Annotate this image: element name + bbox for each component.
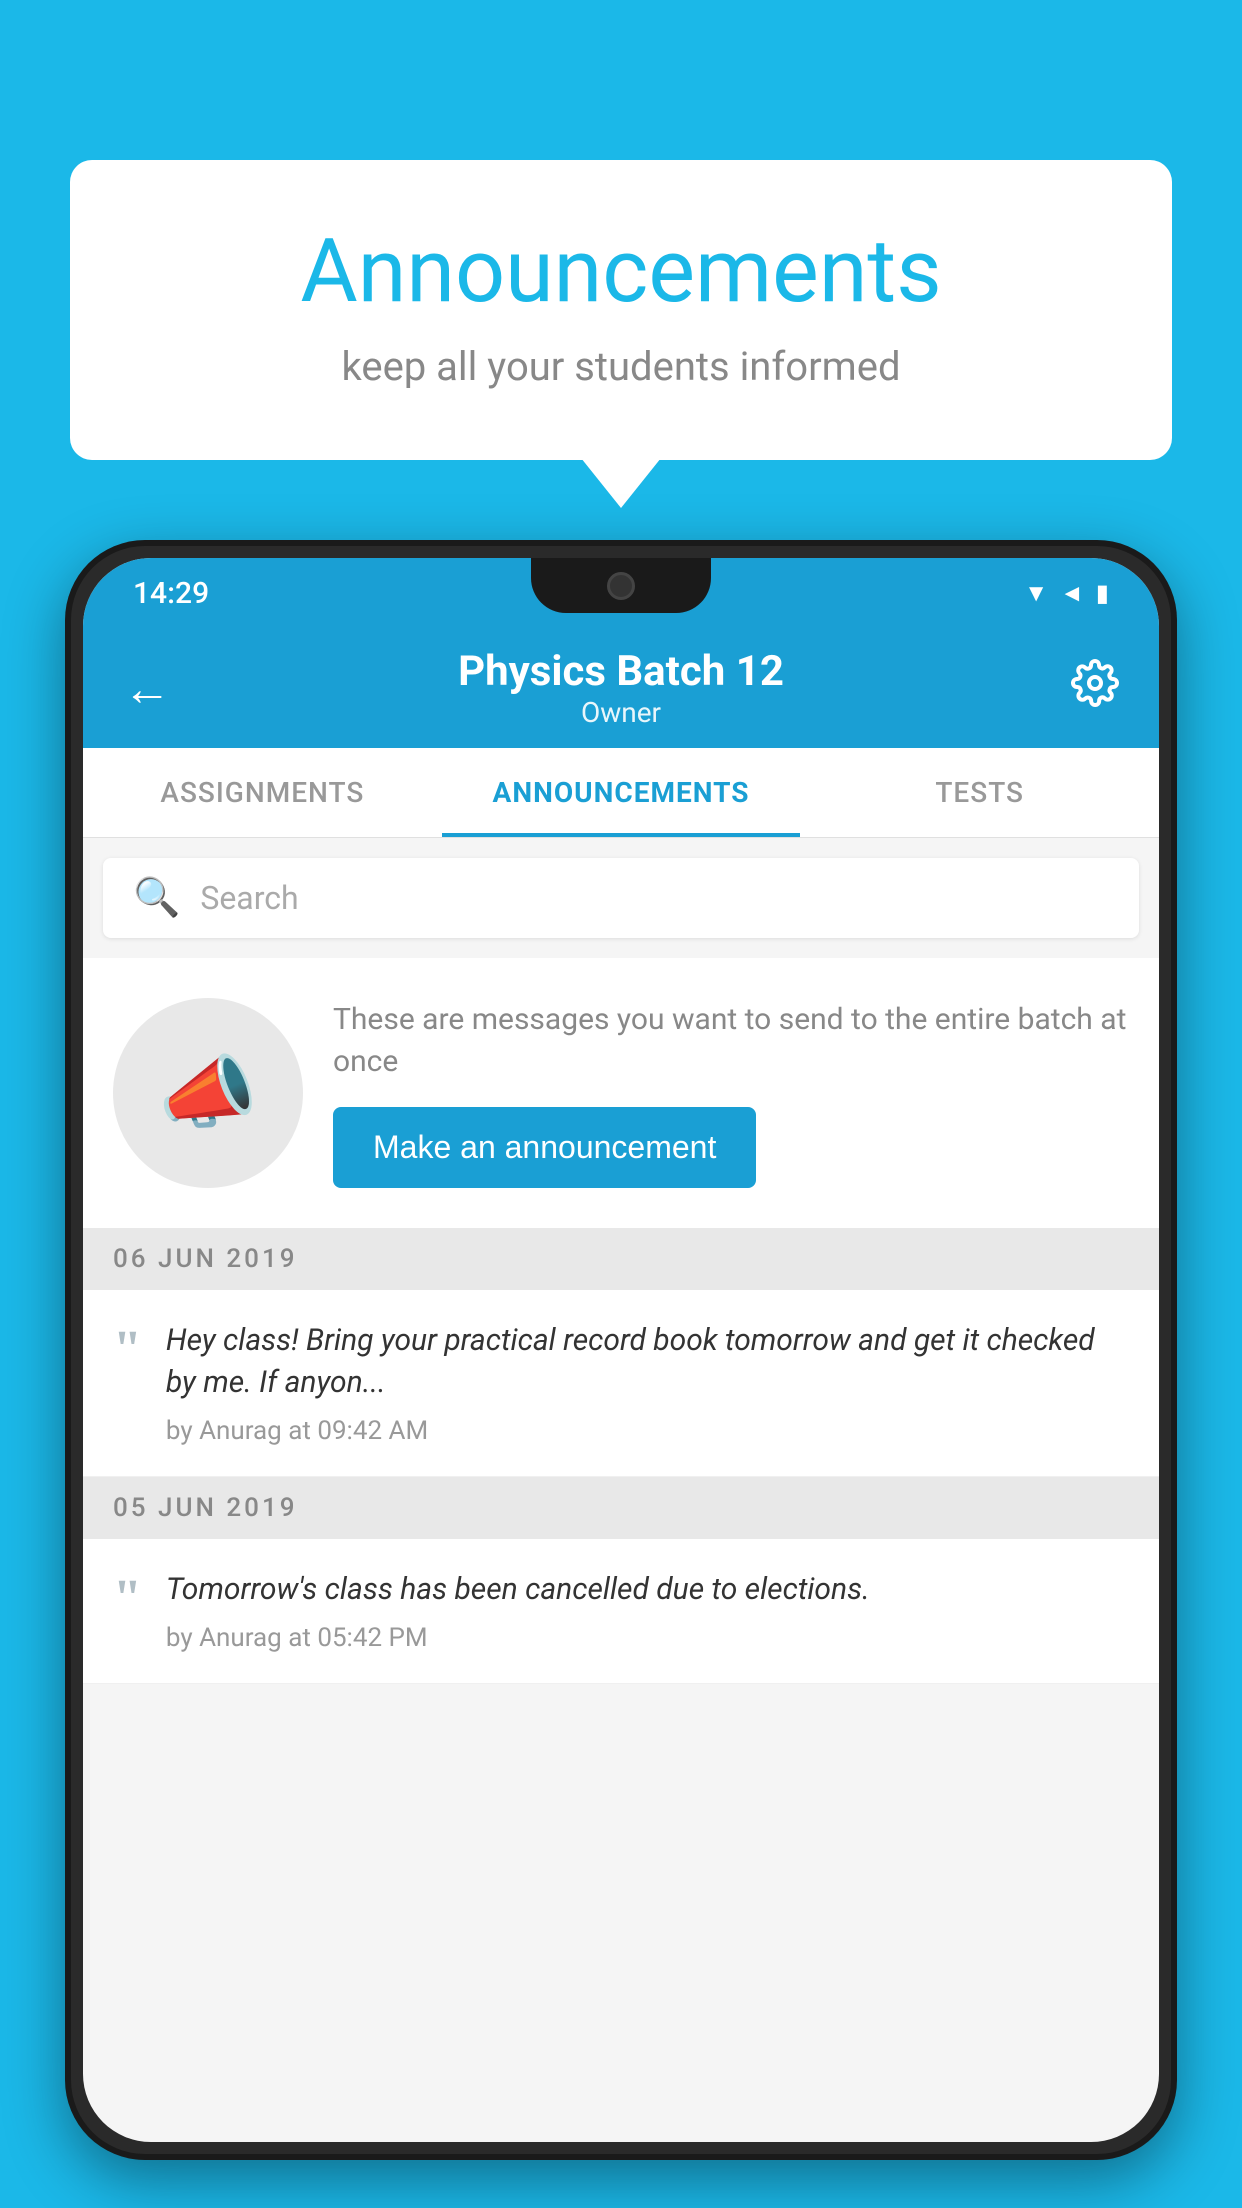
tab-assignments[interactable]: ASSIGNMENTS [83,748,442,837]
phone-screen: 14:29 ▼ ◄ ▮ ← Physics Batch 12 Owner [83,558,1159,2142]
quote-icon-2: " [113,1573,142,1625]
cta-icon-circle: 📣 [113,998,303,1188]
search-bar[interactable]: 🔍 Search [103,858,1139,938]
back-button[interactable]: ← [123,660,171,717]
phone-frame: 14:29 ▼ ◄ ▮ ← Physics Batch 12 Owner [65,540,1177,2160]
settings-button[interactable] [1071,659,1119,718]
app-bar-subtitle: Owner [458,696,784,729]
tab-tests[interactable]: TESTS [800,748,1159,837]
announcement-meta-2: by Anurag at 05:42 PM [166,1623,1129,1653]
gear-icon [1071,659,1119,707]
notch [531,558,711,613]
app-bar-title-section: Physics Batch 12 Owner [458,647,784,729]
announcement-cta-card: 📣 These are messages you want to send to… [83,958,1159,1228]
cta-right: These are messages you want to send to t… [333,999,1129,1188]
quote-icon-1: " [113,1324,142,1376]
date-divider-1: 06 JUN 2019 [83,1228,1159,1290]
search-placeholder: Search [200,879,298,917]
app-bar: ← Physics Batch 12 Owner [83,628,1159,748]
content-area: 🔍 Search 📣 These are messages you want t… [83,838,1159,1684]
date-divider-2: 05 JUN 2019 [83,1477,1159,1539]
megaphone-icon: 📣 [158,1046,258,1140]
camera [607,572,635,600]
announcement-meta-1: by Anurag at 09:42 AM [166,1416,1129,1446]
tab-bar: ASSIGNMENTS ANNOUNCEMENTS TESTS [83,748,1159,838]
announcement-content-2: Tomorrow's class has been cancelled due … [166,1569,1129,1653]
announcement-text-2: Tomorrow's class has been cancelled due … [166,1569,1129,1611]
status-time: 14:29 [133,576,209,611]
status-icons: ▼ ◄ ▮ [1024,579,1109,608]
phone-inner: 14:29 ▼ ◄ ▮ ← Physics Batch 12 Owner [71,546,1171,2154]
announcement-content-1: Hey class! Bring your practical record b… [166,1320,1129,1446]
battery-icon: ▮ [1096,579,1109,607]
signal-icon: ◄ [1060,579,1084,608]
status-bar: 14:29 ▼ ◄ ▮ [83,558,1159,628]
announcement-item-2[interactable]: " Tomorrow's class has been cancelled du… [83,1539,1159,1684]
phone-container: 14:29 ▼ ◄ ▮ ← Physics Batch 12 Owner [65,540,1177,2208]
speech-bubble-section: Announcements keep all your students inf… [70,160,1172,460]
wifi-icon: ▼ [1024,579,1048,608]
speech-bubble-subtitle: keep all your students informed [150,343,1092,390]
search-icon: 🔍 [133,876,180,920]
announcement-item-1[interactable]: " Hey class! Bring your practical record… [83,1290,1159,1477]
cta-description: These are messages you want to send to t… [333,999,1129,1083]
announcement-text-1: Hey class! Bring your practical record b… [166,1320,1129,1404]
make-announcement-button[interactable]: Make an announcement [333,1107,756,1188]
tab-announcements[interactable]: ANNOUNCEMENTS [442,748,801,837]
app-bar-title: Physics Batch 12 [458,647,784,696]
speech-bubble: Announcements keep all your students inf… [70,160,1172,460]
speech-bubble-title: Announcements [150,220,1092,323]
